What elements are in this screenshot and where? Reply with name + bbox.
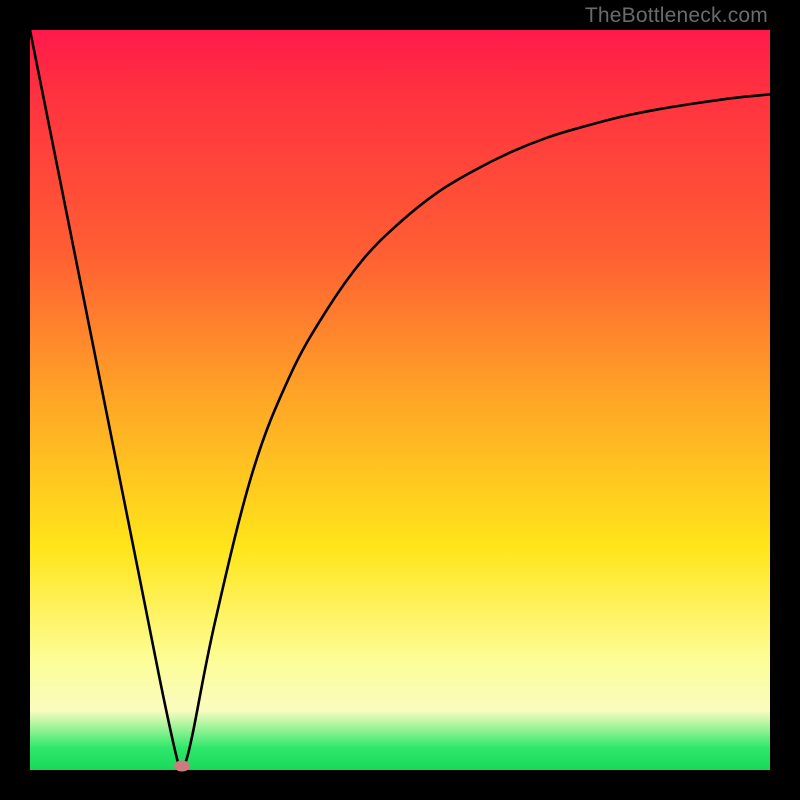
bottleneck-curve [30,30,770,770]
watermark-text: TheBottleneck.com [585,4,768,28]
minimum-marker [174,761,190,772]
chart-frame: TheBottleneck.com [0,0,800,800]
plot-area [30,30,770,770]
